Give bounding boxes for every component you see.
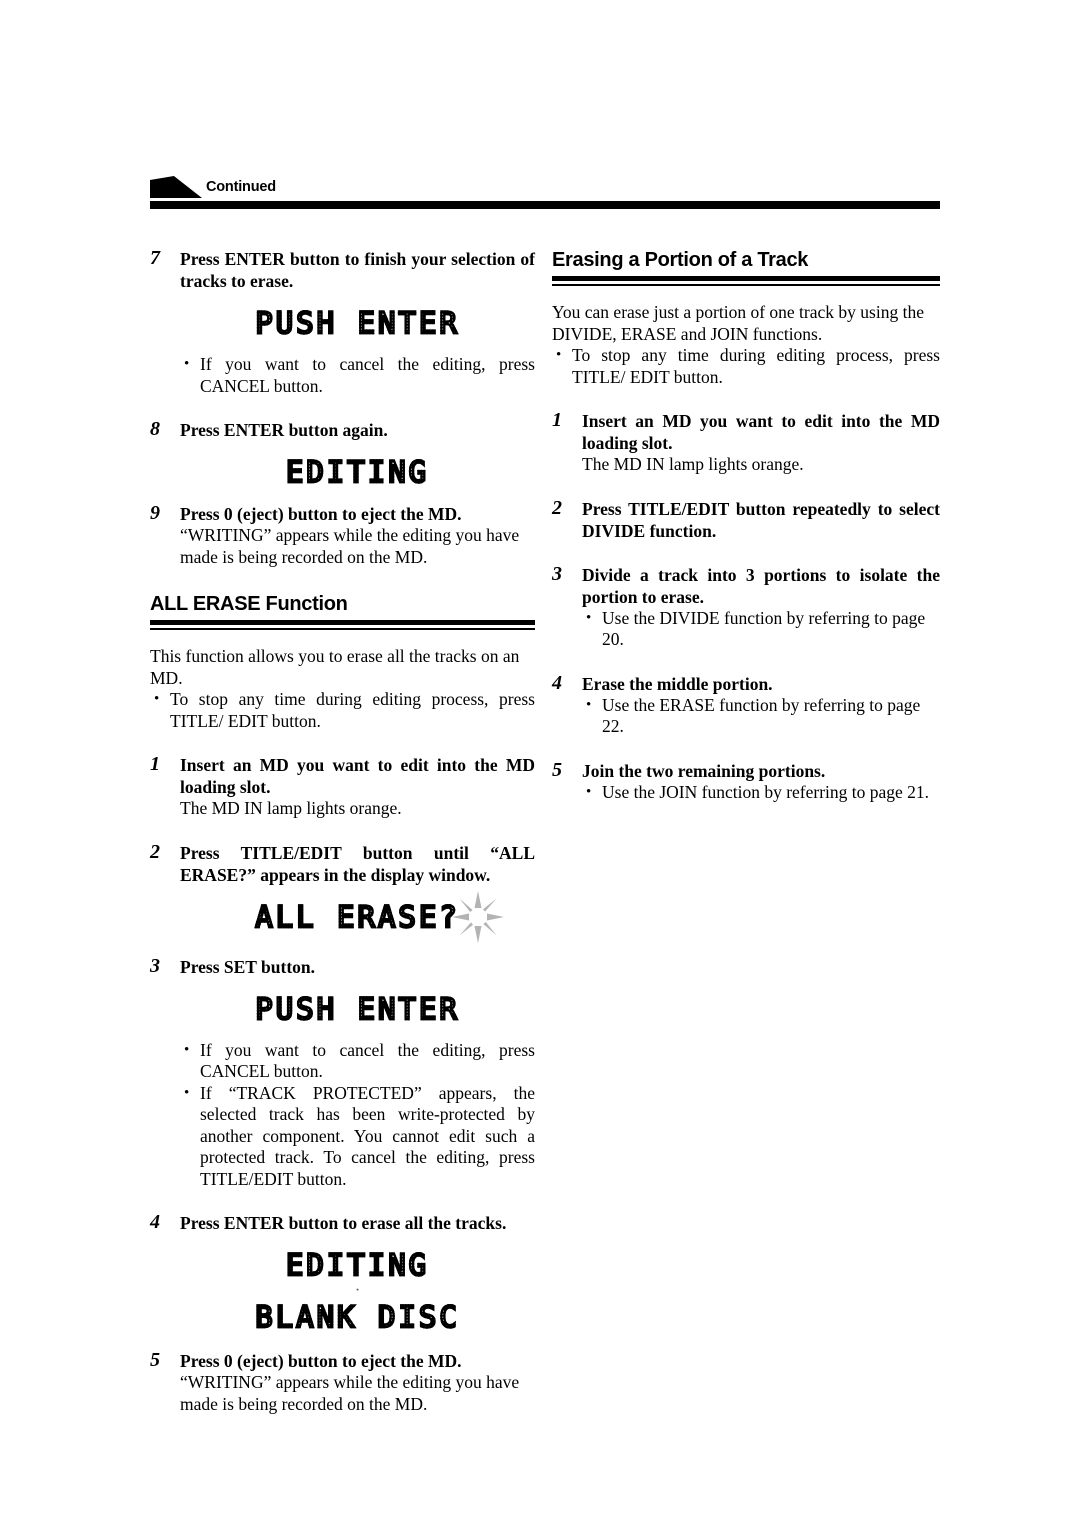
bullet-list: To stop any time during editing process,… [150,689,535,732]
step-number: 5 [150,1349,160,1371]
lcd-display-text: BLANK DISC [254,1299,460,1335]
bullet-list: Use the JOIN function by referring to pa… [582,782,940,804]
step-title: Insert an MD you want to edit into the M… [582,411,940,453]
lcd-display-text: PUSH ENTER [254,990,460,1027]
step-item: 3 Press SET button. PUSH ENTER If you wa… [150,954,535,1191]
step-item: 5 Press 0 (eject) button to eject the MD… [150,1349,535,1415]
bullet-list: To stop any time during editing process,… [552,345,940,388]
lcd-display-blinking: ALL ERASE? [254,890,504,943]
heading-rule-thin [552,284,940,286]
section-intro: You can erase just a portion of one trac… [552,302,924,344]
bullet-list: Use the DIVIDE function by referring to … [582,608,940,651]
section-heading-all-erase: ALL ERASE Function [150,592,535,630]
continued-label: Continued [206,179,276,195]
heading-rule-thin [150,628,535,630]
bullet-list: Use the ERASE function by referring to p… [582,695,940,738]
step-number: 1 [552,409,562,431]
left-column: 7 Press ENTER button to finish your sele… [150,247,535,1415]
bullet-item: If “TRACK PROTECTED” appears, the select… [180,1083,535,1191]
step-title: Press SET button. [180,956,316,977]
step-title: Press ENTER button to erase all the trac… [180,1213,507,1233]
bullet-item: If you want to cancel the editing, press… [180,1040,535,1083]
lcd-separator-dot: · [354,1282,361,1299]
step-number: 9 [150,502,160,524]
step-title: Divide a track into 3 portions to isolat… [582,564,940,607]
bullet-list: If you want to cancel the editing, press… [180,354,535,397]
step-title: Press TITLE/EDIT button until “ALL ERASE… [180,842,535,885]
lcd-display-text: ALL ERASE? [254,898,460,935]
step-title: Press 0 (eject) button to eject the MD. [180,1351,462,1371]
bullet-item: Use the DIVIDE function by referring to … [582,608,940,651]
step-title: Insert an MD you want to edit into the M… [180,755,535,797]
section-heading-text: Erasing a Portion of a Track [552,249,809,271]
step-item: 4 Erase the middle portion. Use the ERAS… [552,671,940,738]
step-number: 7 [150,247,160,269]
continued-header: Continued [150,176,940,212]
step-number: 4 [150,1211,160,1233]
bullet-item: To stop any time during editing process,… [552,345,940,388]
lcd-display: ALL ERASE? [180,890,535,943]
step-item: 2 Press TITLE/EDIT button until “ALL ERA… [150,840,535,943]
step-item: 3 Divide a track into 3 portions to isol… [552,562,940,651]
step-title: Press TITLE/EDIT button repeatedly to se… [582,498,940,541]
section-heading-erasing-portion: Erasing a Portion of a Track [552,248,940,286]
step-title: Press ENTER button to finish your select… [180,249,535,291]
document-page: Continued 7 Press ENTER button to finish… [0,0,1080,1528]
step-item: 4 Press ENTER button to erase all the tr… [150,1211,535,1335]
lcd-display: PUSH ENTER [180,990,535,1027]
step-number: 8 [150,418,160,440]
step-title: Join the two remaining portions. [582,760,826,781]
bullet-item: To stop any time during editing process,… [150,689,535,732]
step-body: “WRITING” appears while the editing you … [180,525,520,567]
step-number: 3 [150,954,160,977]
lcd-display-text: EDITING [285,454,430,490]
step-title: Press ENTER button again. [180,420,388,440]
step-number: 2 [150,840,160,863]
step-number: 3 [552,562,562,585]
lcd-display: EDITING [180,1247,535,1283]
lcd-display-text: EDITING [285,1247,430,1283]
lcd-display: EDITING [180,454,535,490]
continued-arrow-icon [150,176,202,198]
section-intro: This function allows you to erase all th… [150,646,520,688]
step-number: 1 [150,753,160,775]
lcd-display: BLANK DISC [180,1299,535,1335]
step-body: The MD IN lamp lights orange. [582,454,804,474]
step-title: Press 0 (eject) button to eject the MD. [180,504,462,524]
bullet-item: Use the ERASE function by referring to p… [582,695,940,738]
bullet-item: If you want to cancel the editing, press… [180,354,535,397]
step-body: The MD IN lamp lights orange. [180,798,402,818]
step-item: 2 Press TITLE/EDIT button repeatedly to … [552,496,940,542]
step-item: 1 Insert an MD you want to edit into the… [150,753,535,820]
step-number: 2 [552,496,562,519]
step-item: 5 Join the two remaining portions. Use t… [552,758,940,804]
step-item: 1 Insert an MD you want to edit into the… [552,409,940,476]
step-item: 7 Press ENTER button to finish your sele… [150,247,535,397]
bullet-item: Use the JOIN function by referring to pa… [582,782,940,804]
step-item: 9 Press 0 (eject) button to eject the MD… [150,502,535,568]
right-column: Erasing a Portion of a Track You can era… [552,248,940,803]
bullet-list: If you want to cancel the editing, press… [180,1040,535,1191]
section-heading-text: ALL ERASE Function [150,593,348,615]
step-title: Erase the middle portion. [582,673,773,694]
lcd-display-text: PUSH ENTER [254,305,460,341]
lcd-display: PUSH ENTER [180,305,535,341]
step-number: 5 [552,758,562,781]
step-item: 8 Press ENTER button again. EDITING [150,418,535,490]
step-body: “WRITING” appears while the editing you … [180,1372,520,1414]
header-rule [150,201,940,209]
step-number: 4 [552,671,562,694]
